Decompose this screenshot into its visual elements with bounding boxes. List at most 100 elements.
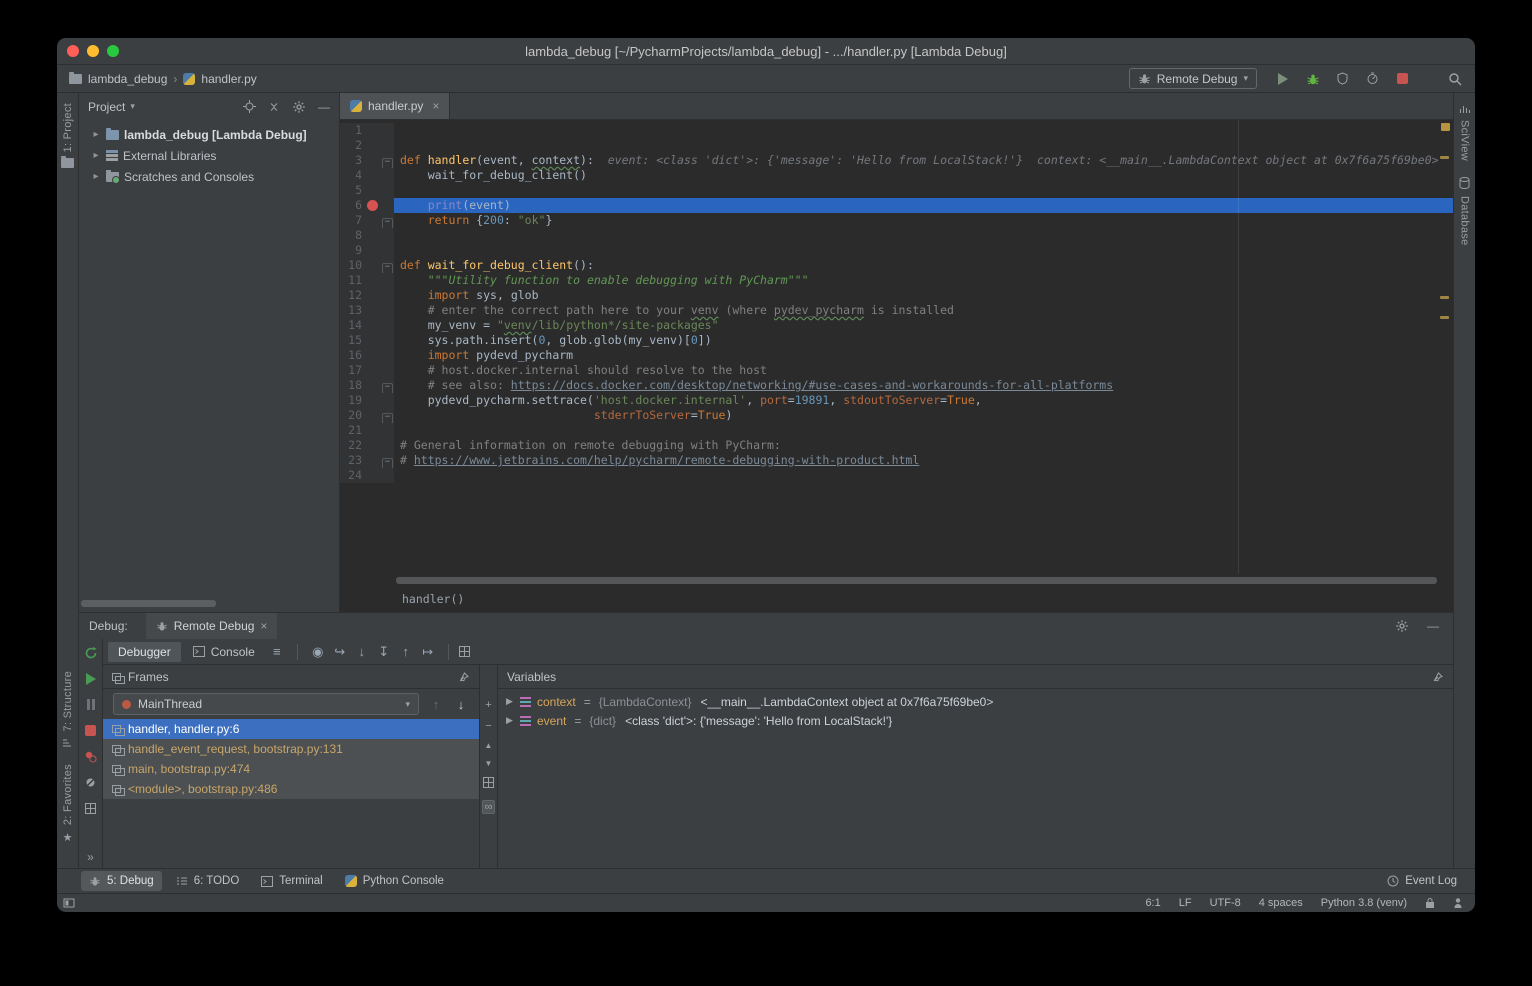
code-line[interactable]: 21 [340, 423, 1453, 438]
gutter-cell[interactable]: 14 [340, 318, 394, 333]
editor-horizontal-scrollbar[interactable] [396, 577, 1437, 584]
step-into-button[interactable]: ↓ [352, 644, 372, 659]
code-text[interactable]: import pydevd_pycharm [394, 348, 1453, 363]
frame-row[interactable]: <module>, bootstrap.py:486 [103, 779, 479, 799]
code-text[interactable]: sys.path.insert(0, glob.glob(my_venv)[0]… [394, 333, 1453, 348]
breadcrumb-item[interactable]: lambda_debug [88, 72, 167, 86]
debug-button[interactable] [1304, 70, 1321, 87]
breakpoint-slot[interactable] [366, 438, 381, 453]
breakpoint-slot[interactable] [366, 198, 381, 213]
move-up-button[interactable]: ▲ [485, 741, 493, 750]
code-line[interactable]: 1 [340, 123, 1453, 138]
gear-icon[interactable] [1395, 619, 1409, 633]
gutter-cell[interactable]: 11 [340, 273, 394, 288]
project-header-title[interactable]: Project [88, 100, 125, 114]
gutter-cell[interactable]: 18 [340, 378, 394, 393]
fold-marker-icon[interactable] [381, 258, 394, 273]
status-item[interactable]: LF [1179, 897, 1192, 909]
toolwindow-button-terminal[interactable]: Terminal [253, 871, 330, 891]
fold-marker-icon[interactable] [381, 408, 394, 423]
hector-inspections-icon[interactable] [1453, 897, 1463, 909]
code-line[interactable]: 15 sys.path.insert(0, glob.glob(my_venv)… [340, 333, 1453, 348]
breakpoint-slot[interactable] [366, 273, 381, 288]
breakpoint-slot[interactable] [366, 243, 381, 258]
breakpoint-slot[interactable] [366, 153, 381, 168]
profiler-button[interactable] [1364, 70, 1381, 87]
step-out-button[interactable]: ↑ [396, 644, 416, 659]
gutter-cell[interactable]: 16 [340, 348, 394, 363]
code-line[interactable]: 18 # see also: https://docs.docker.com/d… [340, 378, 1453, 393]
gutter-cell[interactable]: 19 [340, 393, 394, 408]
tab-console[interactable]: Console [183, 642, 265, 662]
breakpoint-slot[interactable] [366, 363, 381, 378]
code-text[interactable]: # General information on remote debuggin… [394, 438, 1453, 453]
code-text[interactable] [394, 423, 1453, 438]
code-text[interactable]: # https://www.jetbrains.com/help/pycharm… [394, 453, 1453, 468]
code-line[interactable]: 23# https://www.jetbrains.com/help/pycha… [340, 453, 1453, 468]
status-item[interactable]: 6:1 [1145, 897, 1160, 909]
inspections-indicator[interactable] [1441, 123, 1450, 131]
code-line[interactable]: 12 import sys, glob [340, 288, 1453, 303]
breakpoint-slot[interactable] [366, 258, 381, 273]
gutter-cell[interactable]: 7 [340, 213, 394, 228]
breakpoint-slot[interactable] [366, 408, 381, 423]
toolwindow-button-event-log[interactable]: Event Log [1379, 871, 1465, 891]
project-tree-item[interactable]: ▸lambda_debug [Lambda Debug] [79, 124, 339, 145]
breakpoint-slot[interactable] [366, 333, 381, 348]
step-over-button[interactable]: ↪ [330, 644, 350, 660]
mute-breakpoints-button[interactable] [83, 775, 98, 790]
gutter-cell[interactable]: 9 [340, 243, 394, 258]
code-text[interactable]: def handler(event, context): event: <cla… [394, 153, 1453, 168]
code-text[interactable]: # see also: https://docs.docker.com/desk… [394, 378, 1453, 393]
rerun-button[interactable] [83, 645, 98, 660]
pin-icon[interactable] [1433, 671, 1444, 682]
code-text[interactable]: pydevd_pycharm.settrace('host.docker.int… [394, 393, 1453, 408]
tree-expand-icon[interactable]: ▸ [91, 171, 101, 182]
gutter-cell[interactable]: 2 [340, 138, 394, 153]
code-text[interactable]: return {200: "ok"} [394, 213, 1453, 228]
analysis-mark[interactable] [1440, 156, 1449, 159]
breakpoint-slot[interactable] [366, 213, 381, 228]
resume-button[interactable] [83, 671, 98, 686]
code-line[interactable]: 17 # host.docker.internal should resolve… [340, 363, 1453, 378]
code-text[interactable]: # enter the correct path here to your ve… [394, 303, 1453, 318]
fold-marker-icon[interactable] [381, 153, 394, 168]
breakpoint-slot[interactable] [366, 303, 381, 318]
gutter-cell[interactable]: 5 [340, 183, 394, 198]
gutter-cell[interactable]: 12 [340, 288, 394, 303]
variable-row[interactable]: ▶context={LambdaContext}<__main__.Lambda… [498, 692, 1453, 711]
pause-button[interactable] [83, 697, 98, 712]
code-line[interactable]: 2 [340, 138, 1453, 153]
stripe-item-sciview[interactable]: SciView [1459, 103, 1471, 161]
gutter-cell[interactable]: 17 [340, 363, 394, 378]
toolwindow-button-python-console[interactable]: Python Console [337, 871, 452, 891]
breadcrumb-item[interactable]: handler.py [201, 72, 256, 86]
breakpoint-slot[interactable] [366, 228, 381, 243]
code-text[interactable]: """Utility function to enable debugging … [394, 273, 1453, 288]
code-line[interactable]: 13 # enter the correct path here to your… [340, 303, 1453, 318]
threads-view-button[interactable] [459, 646, 470, 657]
coverage-button[interactable] [1334, 70, 1351, 87]
close-window-button[interactable] [67, 45, 79, 57]
tab-debugger[interactable]: Debugger [108, 642, 181, 662]
readonly-lock-icon[interactable] [1425, 897, 1435, 909]
frame-row[interactable]: handler, handler.py:6 [103, 719, 479, 739]
gutter-cell[interactable]: 6 [340, 198, 394, 213]
restore-layout-button[interactable] [83, 801, 98, 816]
stripe-item-database[interactable]: Database [1459, 177, 1471, 246]
code-line[interactable]: 14 my_venv = "venv/lib/python*/site-pack… [340, 318, 1453, 333]
code-line[interactable]: 16 import pydevd_pycharm [340, 348, 1453, 363]
code-line[interactable]: 9 [340, 243, 1453, 258]
status-item[interactable]: Python 3.8 (venv) [1321, 897, 1407, 909]
analysis-mark[interactable] [1440, 316, 1449, 319]
gutter-cell[interactable]: 15 [340, 333, 394, 348]
code-text[interactable]: stderrToServer=True) [394, 408, 1453, 423]
add-watch-button[interactable]: + [485, 699, 491, 711]
expand-icon[interactable]: ▶ [505, 696, 514, 707]
hide-panel-button[interactable]: — [1427, 619, 1439, 633]
minimize-window-button[interactable] [87, 45, 99, 57]
show-watches-button[interactable] [483, 777, 494, 791]
code-text[interactable]: wait_for_debug_client() [394, 168, 1453, 183]
frame-row[interactable]: main, bootstrap.py:474 [103, 759, 479, 779]
gutter-cell[interactable]: 23 [340, 453, 394, 468]
